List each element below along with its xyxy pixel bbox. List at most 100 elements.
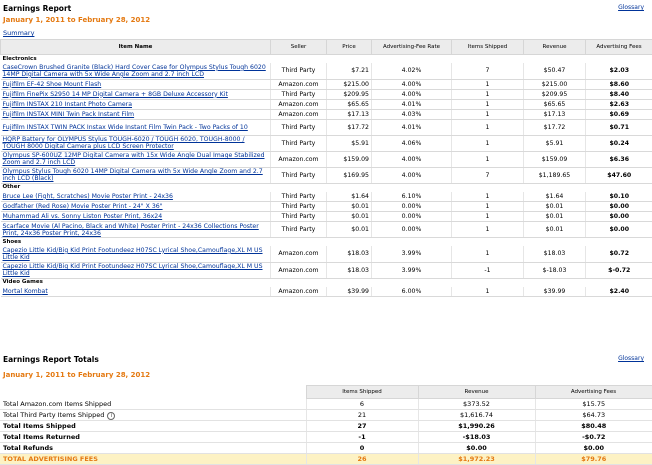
category-label: Other bbox=[1, 183, 652, 192]
revenue-cell: $39.99 bbox=[524, 287, 586, 297]
column-header-item-name[interactable]: Item Name bbox=[1, 40, 271, 55]
seller-cell: Third Party bbox=[271, 167, 327, 183]
category-label: Video Games bbox=[1, 278, 652, 287]
item-name-link[interactable]: Olympus Stylus Tough 6020 14MP Digital C… bbox=[3, 168, 263, 182]
fee-rate-cell: 4.02% bbox=[372, 63, 452, 79]
table-row: Capezio Little Kid/Big Kid Print Footund… bbox=[1, 246, 652, 262]
glossary-link[interactable]: Glossary bbox=[618, 4, 644, 11]
item-name-cell: Fujifilm EF-42 Shoe Mount Flash bbox=[1, 79, 271, 89]
totals-label: Total Refunds bbox=[3, 444, 53, 452]
totals-label-cell: Total Amazon.com Items Shipped bbox=[0, 399, 306, 410]
revenue-cell: $18.03 bbox=[524, 246, 586, 262]
column-header-advertising-fees[interactable]: Advertising Fees bbox=[586, 40, 652, 55]
item-name-link[interactable]: Scarface Movie (Al Pacino, Black and Whi… bbox=[3, 223, 259, 237]
advertising-fee-cell: $2.03 bbox=[586, 63, 652, 79]
fee-rate-cell: 4.03% bbox=[372, 109, 452, 119]
price-cell: $209.95 bbox=[327, 89, 372, 99]
item-name-cell: Olympus Stylus Tough 6020 14MP Digital C… bbox=[1, 167, 271, 183]
items-shipped-cell: 1 bbox=[452, 135, 524, 151]
advertising-fee-cell: $8.60 bbox=[586, 79, 652, 89]
seller-cell: Third Party bbox=[271, 202, 327, 212]
item-name-link[interactable]: Fujifilm INSTAX TWIN PACK Instax Wide In… bbox=[3, 124, 248, 131]
item-name-link[interactable]: Fujifilm INSTAX 210 Instant Photo Camera bbox=[3, 101, 133, 108]
totals-label-cell: Total Items Shipped bbox=[0, 421, 306, 432]
table-row: Godfather (Red Rose) Movie Poster Print … bbox=[1, 202, 652, 212]
totals-header-advertising-fees: Advertising Fees bbox=[535, 386, 652, 399]
item-name-link[interactable]: HQRP Battery for OLYMPUS Stylus TOUGH-60… bbox=[3, 136, 245, 150]
fee-rate-cell: 4.00% bbox=[372, 79, 452, 89]
totals-fees-cell: $0.00 bbox=[535, 443, 652, 454]
item-name-cell: Fujifilm FinePix S2950 14 MP Digital Cam… bbox=[1, 89, 271, 99]
fee-rate-cell: 6.10% bbox=[372, 192, 452, 202]
items-shipped-cell: 1 bbox=[452, 109, 524, 119]
item-name-link[interactable]: Capezio Little Kid/Big Kid Print Footund… bbox=[3, 247, 263, 261]
totals-label: TOTAL ADVERTISING FEES bbox=[3, 455, 98, 463]
advertising-fee-cell: $2.40 bbox=[586, 287, 652, 297]
summary-link[interactable]: Summary bbox=[3, 29, 34, 37]
price-cell: $65.65 bbox=[327, 99, 372, 109]
items-shipped-cell: 1 bbox=[452, 151, 524, 167]
item-name-link[interactable]: CaseCrown Brushed Granite (Black) Hard C… bbox=[3, 64, 266, 78]
price-cell: $17.13 bbox=[327, 109, 372, 119]
fee-rate-cell: 4.01% bbox=[372, 99, 452, 109]
items-shipped-cell: 1 bbox=[452, 79, 524, 89]
fee-rate-cell: 3.99% bbox=[372, 262, 452, 278]
column-header-seller[interactable]: Seller bbox=[271, 40, 327, 55]
column-header-fee-rate[interactable]: Advertising-Fee Rate bbox=[372, 40, 452, 55]
totals-glossary-link[interactable]: Glossary bbox=[618, 355, 644, 362]
item-name-link[interactable]: Capezio Little Kid/Big Kid Print Footund… bbox=[3, 263, 263, 277]
totals-header-blank bbox=[0, 386, 306, 399]
column-header-items-shipped[interactable]: Items Shipped bbox=[452, 40, 524, 55]
item-name-link[interactable]: Fujifilm FinePix S2950 14 MP Digital Cam… bbox=[3, 91, 228, 98]
price-cell: $1.64 bbox=[327, 192, 372, 202]
totals-row: Total Third Party Items Shippedi21$1,616… bbox=[0, 410, 652, 421]
price-cell: $39.99 bbox=[327, 287, 372, 297]
advertising-fee-cell: $2.63 bbox=[586, 99, 652, 109]
seller-cell: Third Party bbox=[271, 192, 327, 202]
seller-cell: Amazon.com bbox=[271, 151, 327, 167]
price-cell: $18.03 bbox=[327, 246, 372, 262]
table-row: Bruce Lee (Fight, Scratches) Movie Poste… bbox=[1, 192, 652, 202]
item-name-cell: Fujifilm INSTAX TWIN PACK Instax Wide In… bbox=[1, 119, 271, 135]
item-name-cell: Fujifilm INSTAX 210 Instant Photo Camera bbox=[1, 99, 271, 109]
price-cell: $17.72 bbox=[327, 119, 372, 135]
item-name-link[interactable]: Fujifilm EF-42 Shoe Mount Flash bbox=[3, 81, 102, 88]
fee-rate-cell: 6.00% bbox=[372, 287, 452, 297]
seller-cell: Amazon.com bbox=[271, 99, 327, 109]
advertising-fee-cell: $0.00 bbox=[586, 212, 652, 222]
totals-label-cell: Total Items Returned bbox=[0, 432, 306, 443]
item-name-link[interactable]: Mortal Kombat bbox=[3, 288, 48, 295]
item-name-link[interactable]: Olympus SP-600UZ 12MP Digital Camera wit… bbox=[3, 152, 265, 166]
column-header-revenue[interactable]: Revenue bbox=[524, 40, 586, 55]
totals-row: Total Refunds0$0.00$0.00 bbox=[0, 443, 652, 454]
info-icon[interactable]: i bbox=[107, 412, 115, 420]
column-header-price[interactable]: Price bbox=[327, 40, 372, 55]
price-cell: $0.01 bbox=[327, 212, 372, 222]
fee-rate-cell: 4.06% bbox=[372, 135, 452, 151]
totals-row: TOTAL ADVERTISING FEES26$1,972.23$79.76 bbox=[0, 454, 652, 465]
earnings-table: Item Name Seller Price Advertising-Fee R… bbox=[0, 39, 652, 297]
revenue-cell: $0.01 bbox=[524, 212, 586, 222]
item-name-link[interactable]: Fujifilm INSTAX MINI Twin Pack Instant F… bbox=[3, 111, 135, 118]
advertising-fee-cell: $-0.72 bbox=[586, 262, 652, 278]
seller-cell: Third Party bbox=[271, 119, 327, 135]
totals-shipped-cell: 26 bbox=[306, 454, 418, 465]
table-row: Mortal KombatAmazon.com$39.996.00%1$39.9… bbox=[1, 287, 652, 297]
item-name-link[interactable]: Muhammad Ali vs. Sonny Liston Poster Pri… bbox=[3, 213, 163, 220]
seller-cell: Amazon.com bbox=[271, 287, 327, 297]
totals-revenue-cell: $1,972.23 bbox=[418, 454, 535, 465]
item-name-cell: Muhammad Ali vs. Sonny Liston Poster Pri… bbox=[1, 212, 271, 222]
advertising-fee-cell: $47.60 bbox=[586, 167, 652, 183]
totals-title: Earnings Report Totals bbox=[3, 355, 99, 364]
revenue-cell: $215.00 bbox=[524, 79, 586, 89]
totals-row: Total Items Returned-1-$18.03-$0.72 bbox=[0, 432, 652, 443]
totals-label: Total Items Shipped bbox=[3, 422, 76, 430]
item-name-link[interactable]: Bruce Lee (Fight, Scratches) Movie Poste… bbox=[3, 193, 173, 200]
item-name-cell: Olympus SP-600UZ 12MP Digital Camera wit… bbox=[1, 151, 271, 167]
price-cell: $7.21 bbox=[327, 63, 372, 79]
totals-shipped-cell: 6 bbox=[306, 399, 418, 410]
item-name-link[interactable]: Godfather (Red Rose) Movie Poster Print … bbox=[3, 203, 163, 210]
items-shipped-cell: 1 bbox=[452, 222, 524, 238]
table-row: Scarface Movie (Al Pacino, Black and Whi… bbox=[1, 222, 652, 238]
date-range: January 1, 2011 to February 28, 2012 bbox=[3, 16, 150, 24]
